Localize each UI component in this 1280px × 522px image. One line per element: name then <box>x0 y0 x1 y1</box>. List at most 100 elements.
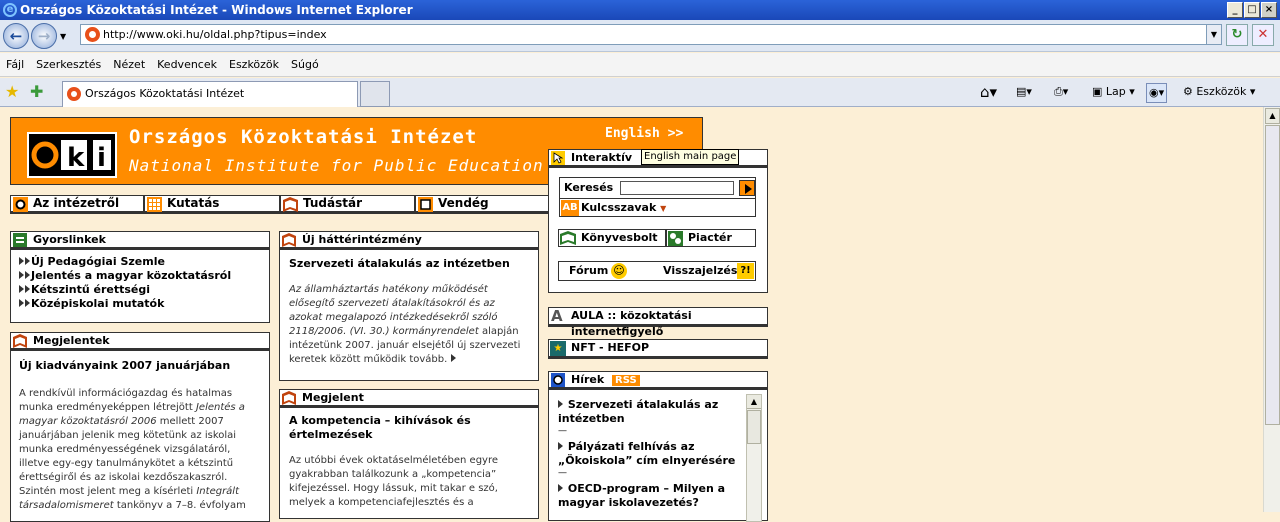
news-scrollbar[interactable]: ▲ <box>746 394 762 522</box>
minimize-button[interactable]: _ <box>1227 2 1243 18</box>
page-menu[interactable]: ▣ Lap ▾ <box>1092 83 1135 101</box>
nav-knowledge[interactable]: Tudástár <box>280 195 415 214</box>
english-link[interactable]: English >> <box>605 126 683 141</box>
quicklinks-list: Új Pedagógiai Szemle Jelentés a magyar k… <box>11 250 269 316</box>
menu-bar: Fájl Szerkesztés Nézet Kedvencek Eszközök Súg… <box>0 53 1280 77</box>
nav-research-label: Kutatás <box>167 196 220 210</box>
book-icon <box>282 233 296 247</box>
nft-hefop-link[interactable]: ★ NFT - HEFOP <box>548 339 768 359</box>
tab-active[interactable]: Országos Közoktatási Intézet <box>62 81 358 107</box>
quicklink-item[interactable]: Jelentés a magyar közoktatásról <box>19 269 261 283</box>
book-icon <box>283 197 298 212</box>
interactive-box: Interaktív Keresés AB Kulcsszavak ▼ Köny… <box>548 149 768 293</box>
aula-link[interactable]: A AULA :: közoktatási internetfigyelő <box>548 307 768 338</box>
quicklink-item[interactable]: Középiskolai mutatók <box>19 297 261 311</box>
smiley-icon[interactable]: ☺ <box>611 263 627 279</box>
news-item[interactable]: OECD-program – Milyen a magyar iskolavez… <box>558 482 744 510</box>
news-item[interactable]: Szervezeti átalakulás az intézetben <box>558 398 744 426</box>
home-icon[interactable]: ⌂▾ <box>980 83 997 101</box>
publications-title: Megjelentek <box>33 334 110 347</box>
nft-label: NFT - HEFOP <box>571 341 650 354</box>
scroll-thumb[interactable] <box>1265 125 1280 425</box>
question-exclamation-icon[interactable]: ?! <box>737 263 754 279</box>
quicklinks-box: Gyorslinkek Új Pedagógiai Szemle Jelenté… <box>10 231 270 323</box>
tab-bar: ★ ✚ Országos Közoktatási Intézet ⌂▾ ▤▾ ⎙… <box>0 78 1280 107</box>
published-headline[interactable]: A kompetencia – kihívások és értelmezése… <box>289 414 529 442</box>
play-arrow-icon <box>745 184 752 194</box>
published-title: Megjelent <box>302 391 364 404</box>
published-text: Az utóbbi évek oktatáselméletében egyre … <box>289 455 499 508</box>
news-item-text: Szervezeti átalakulás az intézetben <box>558 398 719 425</box>
publications-content: Új kiadványaink 2007 januárjában A rendk… <box>11 351 269 521</box>
news-header: Hírek RSS <box>549 372 767 390</box>
back-button[interactable]: ← <box>3 23 29 49</box>
svg-text:i: i <box>97 143 106 173</box>
menu-favorites[interactable]: Kedvencek <box>151 53 223 77</box>
forward-button[interactable]: → <box>31 23 57 49</box>
menu-edit[interactable]: Szerkesztés <box>30 53 107 77</box>
scroll-up-icon[interactable]: ▲ <box>1265 108 1280 124</box>
menu-tools[interactable]: Eszközök <box>223 53 285 77</box>
forum-link[interactable]: Fórum <box>569 262 608 280</box>
news-scroll-thumb[interactable] <box>747 410 761 444</box>
site-favicon-icon <box>85 27 100 42</box>
nav-research[interactable]: Kutatás <box>144 195 280 214</box>
tab-favicon-icon <box>67 87 81 101</box>
institution-italic-text: Az államháztartás hatékony működését elő… <box>289 284 498 337</box>
add-favorite-icon[interactable]: ✚ <box>30 82 43 101</box>
menu-help[interactable]: Súgó <box>285 53 325 77</box>
scroll-up-icon[interactable]: ▲ <box>747 395 761 409</box>
forum-feedback-row: Fórum ☺ Visszajelzés ?! <box>558 261 756 281</box>
search-input[interactable] <box>620 181 734 195</box>
tools-menu[interactable]: ⚙ Eszközök ▾ <box>1183 83 1255 101</box>
refresh-icon[interactable]: ↻ <box>1226 24 1248 46</box>
nav-about[interactable]: Az intézetről <box>10 195 144 214</box>
svg-text:k: k <box>67 143 85 173</box>
research-icon[interactable]: ◉▾ <box>1146 83 1168 103</box>
new-tab-button[interactable] <box>360 81 390 107</box>
print-icon[interactable]: ⎙▾ <box>1054 83 1068 101</box>
quicklink-text: Kétszintű érettségi <box>31 283 151 296</box>
oki-logo[interactable]: k i <box>27 132 117 178</box>
quicklinks-title: Gyorslinkek <box>33 233 106 246</box>
new-institution-title: Új háttérintézmény <box>302 233 422 246</box>
feeds-icon[interactable]: ▤▾ <box>1016 83 1032 101</box>
quicklink-item[interactable]: Új Pedagógiai Szemle <box>19 255 261 269</box>
new-institution-content: Szervezeti átalakulás az intézetben Az á… <box>280 250 538 374</box>
window-title: Országos Közoktatási Intézet - Windows I… <box>20 3 413 17</box>
history-dropdown-icon[interactable]: ▼ <box>60 32 66 41</box>
new-institution-text: Az államháztartás hatékony működését elő… <box>289 283 529 367</box>
news-item[interactable]: Pályázati felhívás az „Ökoiskola” cím el… <box>558 440 744 468</box>
quicklink-text: Új Pedagógiai Szemle <box>31 255 165 268</box>
vertical-scrollbar[interactable]: ▲ <box>1263 107 1280 512</box>
bookstore-link[interactable]: Könyvesbolt <box>558 229 666 247</box>
menu-file[interactable]: Fájl <box>0 53 30 77</box>
keywords-dropdown[interactable]: AB Kulcsszavak ▼ <box>560 198 755 216</box>
book-icon <box>282 391 296 405</box>
new-institution-headline[interactable]: Szervezeti átalakulás az intézetben <box>289 257 529 271</box>
publications-headline[interactable]: Új kiadványaink 2007 januárjában <box>19 359 261 373</box>
book-icon <box>560 231 576 245</box>
publications-header: Megjelentek <box>11 333 269 351</box>
address-dropdown-icon[interactable]: ▼ <box>1206 25 1221 44</box>
quicklink-item[interactable]: Kétszintű érettségi <box>19 283 261 297</box>
maximize-button[interactable]: □ <box>1244 2 1260 18</box>
address-input[interactable]: http://www.oki.hu/oldal.php?tipus=index … <box>80 24 1222 45</box>
site-subtitle: National Institute for Public Education <box>129 156 544 175</box>
bookstore-label: Könyvesbolt <box>581 231 658 244</box>
feedback-link[interactable]: Visszajelzés <box>663 262 737 280</box>
nav-guest[interactable]: Vendég <box>415 195 549 214</box>
search-go-button[interactable] <box>739 180 755 196</box>
published-box: Megjelent A kompetencia – kihívások és é… <box>279 389 539 519</box>
rss-badge[interactable]: RSS <box>612 375 640 386</box>
news-separator: — <box>558 426 567 436</box>
more-arrow-icon[interactable] <box>450 354 456 362</box>
publications-box: Megjelentek Új kiadványaink 2007 januárj… <box>10 332 270 522</box>
favorites-star-icon[interactable]: ★ <box>5 82 19 101</box>
published-header: Megjelent <box>280 390 538 408</box>
marketplace-link[interactable]: Piactér <box>666 229 756 247</box>
menu-view[interactable]: Nézet <box>107 53 151 77</box>
stop-icon[interactable]: ✕ <box>1252 24 1274 46</box>
keywords-label: Kulcsszavak <box>581 201 657 214</box>
close-button[interactable]: × <box>1261 2 1277 18</box>
